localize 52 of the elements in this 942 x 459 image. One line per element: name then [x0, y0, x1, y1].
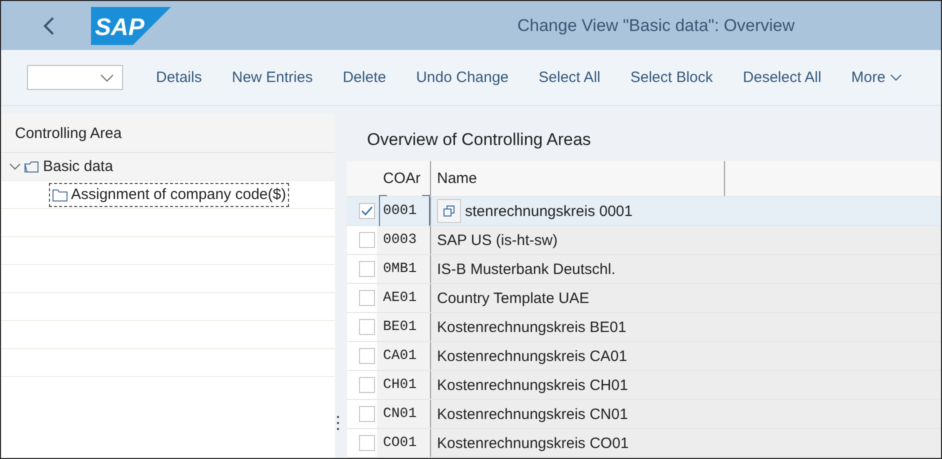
tree-item[interactable]: Assignment of company code($) — [49, 182, 290, 206]
table-cell: Kostenrechnungskreis CA01 — [437, 348, 628, 364]
table-cell: AE01 — [383, 290, 417, 306]
table-cell: CN01 — [383, 406, 417, 422]
row-checkbox[interactable] — [359, 290, 375, 306]
folder-icon — [52, 188, 68, 202]
dropdown-field[interactable] — [27, 65, 123, 90]
window-title: Change View "Basic data": Overview — [516, 16, 796, 36]
row-checkbox[interactable] — [359, 435, 375, 451]
table-cell: SAP US (is-ht-sw) — [437, 232, 558, 248]
table-cell: CO01 — [383, 435, 417, 451]
value-help-button[interactable] — [437, 199, 461, 223]
table-cell: 0003 — [383, 232, 417, 248]
table-cell: IS-B Musterbank Deutschl. — [437, 260, 616, 278]
table-cell: Kostenrechnungskreis CN01 — [437, 406, 628, 422]
copy-icon — [443, 205, 455, 217]
panel-title: Controlling Area — [1, 114, 335, 153]
table-cell: stenrechnungskreis 0001 — [465, 202, 633, 220]
logo: SAP — [91, 6, 171, 44]
column-header[interactable]: COAr — [377, 161, 431, 196]
row-checkbox[interactable] — [359, 348, 375, 364]
more-button[interactable]: More — [836, 62, 918, 94]
caret-icon — [100, 74, 114, 82]
row-checkbox[interactable] — [359, 203, 375, 219]
splitter-handle-icon[interactable] — [337, 416, 339, 430]
toolbar-button[interactable]: Details — [141, 62, 217, 94]
open-folder-icon — [24, 160, 40, 174]
row-checkbox[interactable] — [359, 261, 375, 277]
caret-icon[interactable] — [9, 162, 21, 170]
table-cell: 0001 — [383, 203, 417, 219]
back-icon — [43, 16, 55, 36]
column-header[interactable]: Name — [431, 161, 725, 196]
table-cell: Kostenrechnungskreis CO01 — [437, 434, 629, 452]
table-cell: BE01 — [383, 319, 417, 335]
table-cell: 0MB1 — [383, 261, 417, 277]
toolbar-button[interactable]: Delete — [328, 62, 402, 94]
row-checkbox[interactable] — [359, 406, 375, 422]
row-checkbox[interactable] — [359, 319, 375, 335]
toolbar-button[interactable]: Select Block — [615, 62, 728, 94]
table-cell: Kostenrechnungskreis BE01 — [437, 318, 626, 336]
row-checkbox[interactable] — [359, 377, 375, 393]
row-checkbox[interactable] — [359, 232, 375, 248]
table-cell: Country Template UAE — [437, 290, 590, 306]
toolbar-button[interactable]: Undo Change — [401, 62, 524, 94]
table-cell: CH01 — [383, 377, 417, 393]
toolbar-button[interactable]: New Entries — [216, 62, 328, 94]
table-cell: Kostenrechnungskreis CH01 — [437, 376, 628, 394]
toolbar-button[interactable]: Deselect All — [728, 62, 836, 94]
table-title: Overview of Controlling Areas — [366, 128, 592, 150]
caret-icon — [890, 74, 902, 82]
toolbar-button[interactable]: Select All — [524, 62, 616, 94]
table-cell: CA01 — [383, 348, 417, 364]
